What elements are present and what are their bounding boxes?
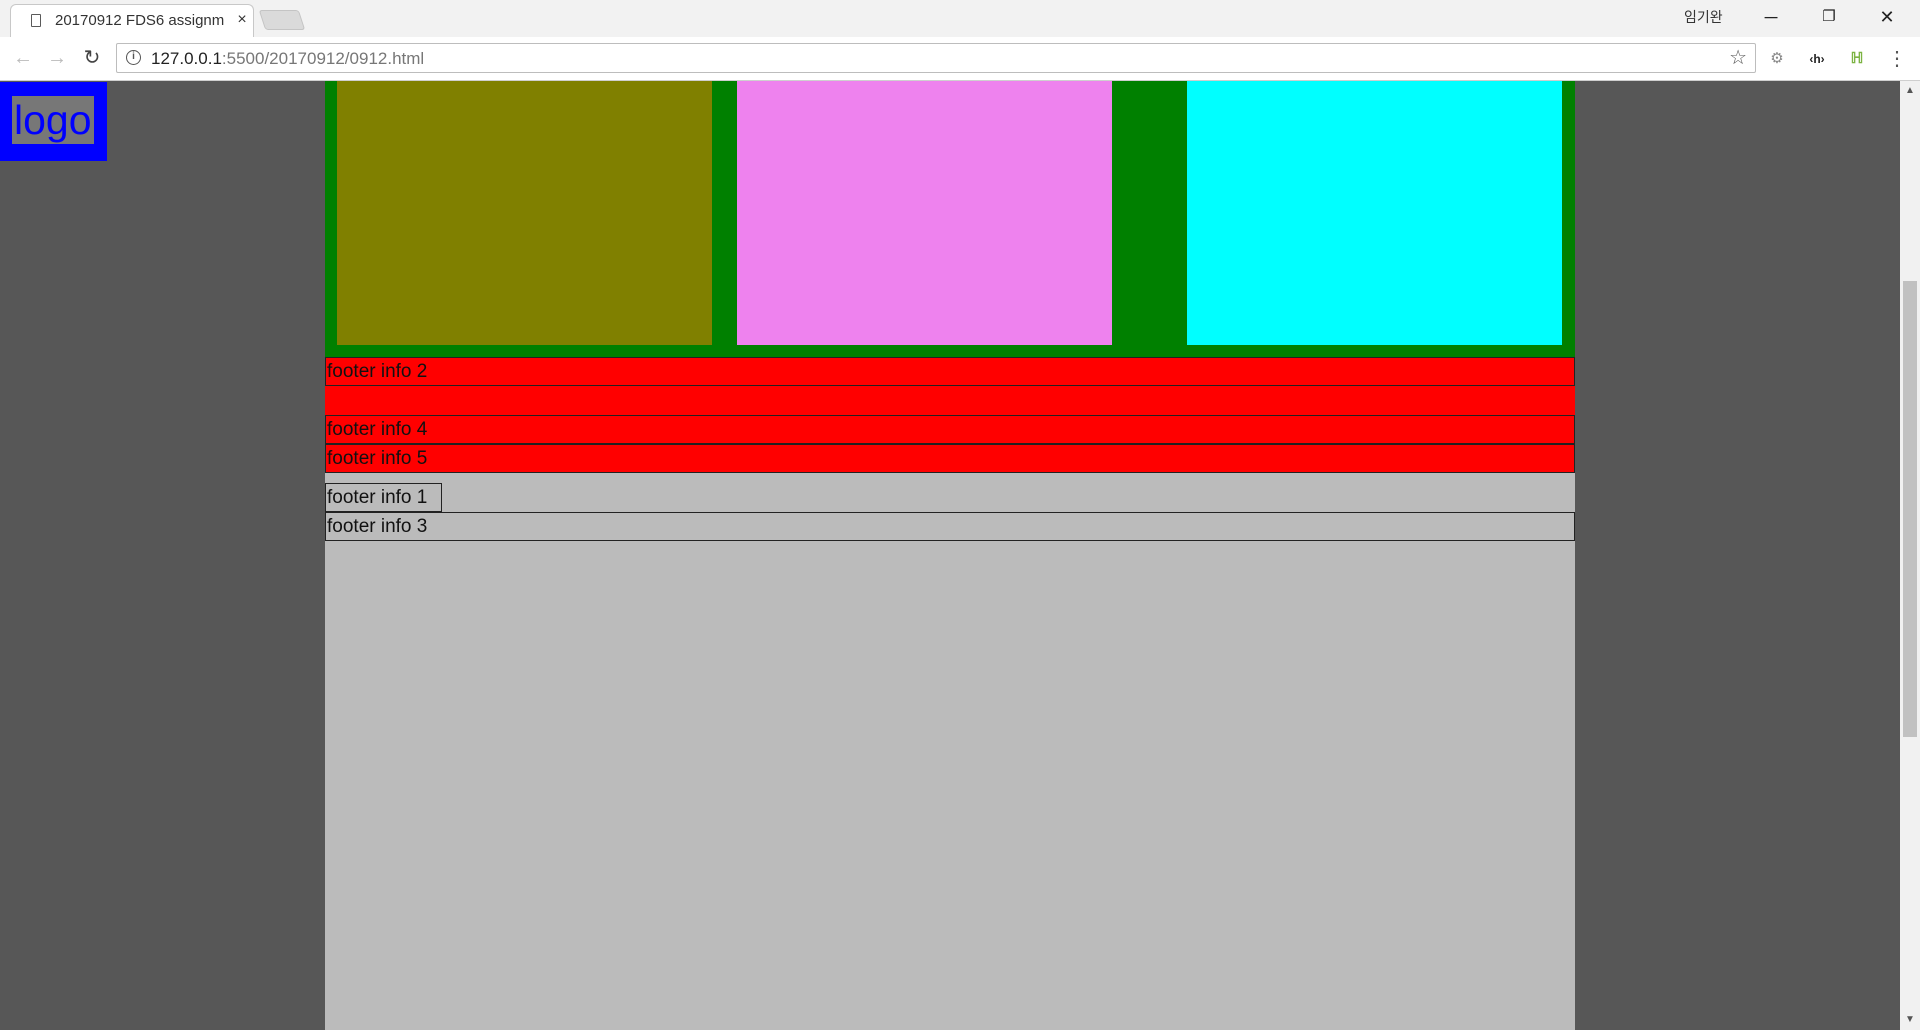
ladder-extension-icon[interactable]: ℍ xyxy=(1845,47,1869,71)
url-text[interactable]: 127.0.0.1:5500/20170912/0912.html xyxy=(151,49,424,69)
scroll-down-icon[interactable]: ▼ xyxy=(1900,1012,1920,1028)
page-viewport: logo footer info 2 footer info 4 footer … xyxy=(0,81,1920,1030)
footer-empty-row xyxy=(325,386,1575,415)
profile-name[interactable]: 임기완 xyxy=(1684,7,1723,27)
info-icon[interactable]: i xyxy=(126,50,141,65)
scroll-up-icon[interactable]: ▲ xyxy=(1900,83,1920,99)
new-tab-button[interactable] xyxy=(258,10,306,30)
tiles-band xyxy=(325,81,1575,357)
main-container: footer info 2 footer info 4 footer info … xyxy=(325,81,1575,1030)
page-scrollbar[interactable]: ▲ ▼ xyxy=(1900,81,1920,1030)
footer-info-1-row: footer info 1 xyxy=(325,483,442,512)
browser-tab[interactable]: 20170912 FDS6 assignm × xyxy=(10,4,254,37)
footer-info-4-row: footer info 4 xyxy=(325,415,1575,444)
pink-tile xyxy=(737,81,1112,345)
footer-info-2-row: footer info 2 xyxy=(325,357,1575,386)
document-icon xyxy=(31,14,41,27)
logo-text: logo xyxy=(12,96,94,144)
close-window-button[interactable]: ✕ xyxy=(1864,2,1910,32)
address-bar[interactable]: i 127.0.0.1:5500/20170912/0912.html ☆ xyxy=(116,43,1756,73)
footer-info-3-row: footer info 3 xyxy=(325,512,1575,541)
minimize-button[interactable]: ─ xyxy=(1748,2,1794,32)
divider xyxy=(325,512,1575,513)
reload-button[interactable]: ↻ xyxy=(79,45,105,71)
tab-strip: 20170912 FDS6 assignm × 임기완 ─ ❐ ✕ xyxy=(0,0,1920,37)
logo-box: logo xyxy=(0,82,107,161)
menu-icon[interactable]: ⋮ xyxy=(1885,47,1909,71)
cyan-tile xyxy=(1187,81,1562,345)
html-extension-icon[interactable]: ‹h› xyxy=(1805,47,1829,71)
restore-button[interactable]: ❐ xyxy=(1806,2,1852,32)
footer-info-5-row: footer info 5 xyxy=(325,444,1575,473)
bookmark-star-icon[interactable]: ☆ xyxy=(1729,46,1747,70)
tab-close-icon[interactable]: × xyxy=(233,10,251,30)
gear-extension-icon[interactable]: ⚙ xyxy=(1765,47,1789,71)
tab-title: 20170912 FDS6 assignm xyxy=(55,12,225,29)
browser-toolbar: ← → ↻ i 127.0.0.1:5500/20170912/0912.htm… xyxy=(0,37,1920,81)
olive-tile xyxy=(337,81,712,345)
forward-button[interactable]: → xyxy=(44,45,70,71)
scrollbar-thumb[interactable] xyxy=(1903,281,1917,737)
back-button[interactable]: ← xyxy=(10,45,36,71)
